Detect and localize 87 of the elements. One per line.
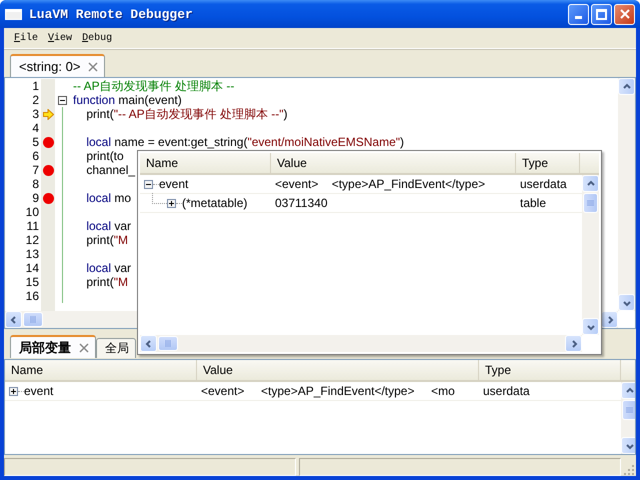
line-number: 7 bbox=[31, 163, 40, 177]
line-number: 16 bbox=[24, 289, 40, 303]
tree-line bbox=[176, 202, 182, 204]
line-number: 4 bbox=[31, 121, 40, 135]
tree-line bbox=[18, 390, 24, 392]
minimize-button[interactable] bbox=[568, 4, 589, 24]
minimize-icon bbox=[575, 16, 582, 18]
scrollbar[interactable] bbox=[621, 382, 635, 454]
menu-item[interactable]: File bbox=[9, 32, 44, 44]
column-header[interactable]: Name bbox=[5, 360, 197, 380]
scroll-down-button[interactable] bbox=[621, 437, 635, 454]
breakpoint-icon[interactable] bbox=[42, 136, 54, 148]
tab[interactable]: <string: 0> bbox=[10, 54, 106, 77]
scrollbar-thumb[interactable] bbox=[23, 312, 43, 327]
line-number: 5 bbox=[31, 135, 40, 149]
column-header[interactable]: Type bbox=[479, 360, 621, 380]
column-header[interactable]: Value bbox=[197, 360, 479, 380]
code-line: print("-- AP自动发现事件 处理脚本 --") bbox=[85, 107, 288, 121]
scrollbar-thumb[interactable] bbox=[583, 193, 598, 213]
scroll-right-button[interactable] bbox=[601, 311, 618, 328]
window-icon bbox=[5, 8, 22, 20]
type-cell: userdata bbox=[483, 384, 530, 398]
line-number: 1 bbox=[31, 79, 40, 93]
close-icon bbox=[620, 9, 630, 19]
line-number: 8 bbox=[31, 177, 40, 191]
value-cell: <event> <type>AP_FindEvent</type> <mo bbox=[201, 384, 455, 398]
menu-item[interactable]: Debug bbox=[77, 32, 118, 44]
line-number: 14 bbox=[24, 261, 40, 275]
line-number: 9 bbox=[31, 191, 40, 205]
line-number: 12 bbox=[24, 233, 40, 247]
line-number: 11 bbox=[26, 219, 40, 233]
scroll-down-button[interactable] bbox=[618, 294, 635, 311]
line-number: 3 bbox=[31, 107, 40, 121]
tree-item[interactable]: event bbox=[24, 384, 54, 398]
column-header[interactable]: Value bbox=[271, 153, 516, 173]
code-line: -- AP自动发现事件 处理脚本 -- bbox=[73, 79, 234, 93]
type-cell: userdata bbox=[520, 177, 567, 191]
breakpoint-icon[interactable] bbox=[42, 164, 54, 176]
scroll-up-button[interactable] bbox=[618, 78, 635, 95]
line-number: 10 bbox=[24, 205, 40, 219]
code-line: channel_ bbox=[85, 163, 136, 177]
window-title: LuaVM Remote Debugger bbox=[29, 6, 194, 22]
scrollbar-thumb[interactable] bbox=[622, 400, 635, 420]
tree-item[interactable]: event bbox=[159, 177, 188, 191]
scroll-up-button[interactable] bbox=[621, 382, 635, 399]
value-cell: <event> <type>AP_FindEvent</type> bbox=[275, 177, 486, 191]
column-header[interactable]: Type bbox=[516, 153, 580, 173]
line-number: 6 bbox=[31, 149, 40, 163]
expand-icon[interactable] bbox=[167, 198, 176, 208]
tree-item[interactable]: (*metatable) bbox=[182, 196, 248, 210]
expand-icon[interactable] bbox=[9, 386, 18, 396]
close-icon[interactable] bbox=[88, 62, 98, 72]
column-header[interactable]: Name bbox=[140, 153, 271, 173]
breakpoint-margin[interactable] bbox=[41, 79, 55, 311]
close-icon[interactable] bbox=[79, 342, 89, 352]
maximize-icon bbox=[596, 8, 607, 20]
tab[interactable]: 局部变量 bbox=[10, 335, 96, 358]
scrollbar-thumb[interactable] bbox=[158, 336, 178, 351]
menu-item[interactable]: View bbox=[43, 32, 78, 44]
code-line: local var bbox=[85, 219, 132, 233]
scrollbar[interactable] bbox=[618, 78, 635, 311]
line-number: 2 bbox=[31, 93, 40, 107]
type-cell: table bbox=[520, 196, 546, 210]
scroll-left-button[interactable] bbox=[5, 311, 22, 328]
close-button[interactable] bbox=[614, 4, 635, 24]
code-line: local mo bbox=[85, 191, 132, 205]
collapse-icon[interactable] bbox=[58, 96, 67, 104]
scroll-left-button[interactable] bbox=[140, 335, 157, 352]
code-line: local name = event:get_string("event/moiNativeEMSName") bbox=[85, 135, 404, 149]
scrollbar[interactable] bbox=[582, 175, 599, 335]
resize-grip-icon[interactable] bbox=[624, 465, 635, 476]
code-line: print("M bbox=[85, 233, 128, 247]
scrollbar[interactable] bbox=[140, 335, 582, 352]
scroll-right-button[interactable] bbox=[565, 335, 582, 352]
value-cell: 03711340 bbox=[275, 196, 328, 210]
code-line: print("M bbox=[85, 275, 128, 289]
breakpoint-icon[interactable] bbox=[42, 192, 54, 204]
collapse-icon[interactable] bbox=[144, 180, 153, 188]
code-line: print(to bbox=[85, 149, 124, 163]
line-number: 13 bbox=[24, 247, 40, 261]
line-number: 15 bbox=[24, 275, 40, 289]
maximize-button[interactable] bbox=[591, 4, 612, 24]
tab[interactable]: 全局 bbox=[96, 338, 136, 358]
scroll-down-button[interactable] bbox=[582, 318, 599, 335]
code-line: local var bbox=[85, 261, 132, 275]
code-line: function main(event) bbox=[73, 93, 182, 107]
scroll-up-button[interactable] bbox=[582, 175, 599, 192]
